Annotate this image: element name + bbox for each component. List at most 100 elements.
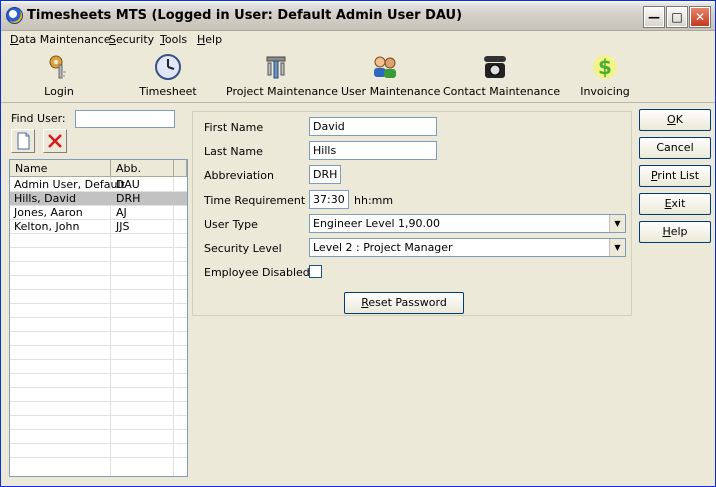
menu-bar: Data Maintenance Security Tools Help (1, 31, 715, 49)
toolbar-timesheet-button[interactable]: Timesheet (137, 53, 199, 101)
row-divider (10, 373, 187, 374)
window-title: Timesheets MTS (Logged in User: Default … (27, 8, 463, 23)
toolbar-user-maintenance-button[interactable]: User Maintenance (341, 53, 440, 101)
toolbar-login-label: Login (44, 85, 74, 98)
row-abbreviation: AJ (116, 206, 127, 219)
row-name: Hills, David (14, 192, 76, 205)
row-divider (10, 261, 187, 262)
row-name: Admin User, Default (14, 178, 125, 191)
security-level-label: Security Level (204, 242, 282, 255)
column-header-abbreviation[interactable]: Abb. (111, 160, 174, 177)
employee-disabled-checkbox[interactable] (309, 265, 322, 278)
row-divider (10, 191, 187, 192)
svg-text:$: $ (598, 55, 612, 79)
menu-security[interactable]: Security (109, 33, 154, 46)
time-unit-label: hh:mm (354, 194, 394, 207)
tools-icon (266, 56, 286, 79)
find-user-label: Find User: (11, 112, 66, 125)
row-divider (10, 247, 187, 248)
toolbar-invoicing-button[interactable]: $ Invoicing (579, 53, 631, 101)
toolbar-contact-maintenance-label: Contact Maintenance (443, 85, 561, 98)
employee-disabled-label: Employee Disabled (204, 266, 310, 279)
print-list-button[interactable]: Print List (639, 165, 711, 187)
abbreviation-label: Abbreviation (204, 169, 274, 182)
user-type-select[interactable]: Engineer Level 1,90.00 ▼ (309, 214, 626, 233)
row-divider (10, 289, 187, 290)
row-divider (10, 359, 187, 360)
help-button[interactable]: Help (639, 221, 711, 243)
delete-user-button[interactable] (43, 129, 67, 153)
row-divider (10, 317, 187, 318)
row-name: Kelton, John (14, 220, 80, 233)
toolbar-contact-maintenance-button[interactable]: Contact Maintenance (443, 53, 560, 101)
chevron-down-icon[interactable]: ▼ (609, 215, 625, 232)
table-row[interactable]: Jones, Aaron AJ (10, 206, 187, 220)
row-divider (10, 401, 187, 402)
user-type-label: User Type (204, 218, 258, 231)
row-divider (10, 303, 187, 304)
toolbar-project-maintenance-button[interactable]: Project Maintenance (226, 53, 338, 101)
row-divider (10, 219, 187, 220)
phone-icon (484, 56, 506, 78)
table-row[interactable]: Kelton, John JJS (10, 220, 187, 234)
time-requirement-field[interactable]: 37:30 (309, 190, 349, 209)
toolbar-invoicing-label: Invoicing (580, 85, 630, 98)
user-type-value: Engineer Level 1,90.00 (313, 217, 441, 230)
toolbar-login-button[interactable]: Login (31, 53, 87, 101)
row-abbreviation: DRH (116, 192, 141, 205)
row-divider (10, 457, 187, 458)
row-divider (10, 387, 187, 388)
toolbar-timesheet-label: Timesheet (139, 85, 197, 98)
row-name: Jones, Aaron (14, 206, 83, 219)
clock-icon (155, 54, 181, 80)
first-name-field[interactable]: David (309, 117, 437, 136)
column-header-spacer (174, 160, 187, 177)
minimize-button[interactable]: — (643, 6, 665, 28)
user-list[interactable]: Name Abb. Admin User, Default DAU Hills,… (9, 159, 188, 477)
row-divider (10, 429, 187, 430)
row-abbreviation: DAU (116, 178, 140, 191)
keys-icon (49, 55, 66, 79)
menu-data-maintenance[interactable]: Data Maintenance (10, 33, 111, 46)
row-divider (10, 205, 187, 206)
delete-x-icon (48, 134, 62, 148)
row-divider (10, 415, 187, 416)
security-level-value: Level 2 : Project Manager (313, 241, 453, 254)
toolbar-user-maintenance-label: User Maintenance (341, 85, 441, 98)
close-button[interactable]: ✕ (689, 6, 711, 28)
dollar-icon: $ (593, 55, 617, 79)
row-divider (10, 275, 187, 276)
reset-password-button[interactable]: Reset Password (344, 292, 464, 314)
new-user-button[interactable] (11, 129, 35, 153)
row-abbreviation: JJS (116, 220, 130, 233)
first-name-label: First Name (204, 121, 264, 134)
exit-button[interactable]: Exit (639, 193, 711, 215)
users-icon (374, 56, 396, 78)
app-window: Timesheets MTS (Logged in User: Default … (0, 0, 716, 487)
status-bar (1, 477, 715, 486)
new-document-icon (17, 132, 30, 150)
toolbar: Login Timesheet Project Maintenance User… (1, 49, 715, 103)
row-divider (10, 443, 187, 444)
table-row-selected[interactable]: Hills, David DRH (10, 192, 187, 206)
title-bar[interactable]: Timesheets MTS (Logged in User: Default … (1, 1, 715, 31)
maximize-button[interactable]: □ (666, 6, 688, 28)
row-divider (10, 345, 187, 346)
find-user-input[interactable] (75, 110, 175, 128)
chevron-down-icon[interactable]: ▼ (609, 239, 625, 256)
last-name-field[interactable]: Hills (309, 141, 437, 160)
menu-tools[interactable]: Tools (160, 33, 187, 46)
toolbar-project-maintenance-label: Project Maintenance (226, 85, 338, 98)
time-requirement-label: Time Requirement (204, 194, 306, 207)
menu-help[interactable]: Help (197, 33, 222, 46)
abbreviation-field[interactable]: DRH (309, 165, 341, 184)
last-name-label: Last Name (204, 145, 263, 158)
ok-button[interactable]: OK (639, 109, 711, 131)
app-logo-icon (6, 7, 23, 24)
security-level-select[interactable]: Level 2 : Project Manager ▼ (309, 238, 626, 257)
row-divider (10, 233, 187, 234)
cancel-button[interactable]: Cancel (639, 137, 711, 159)
row-divider (10, 331, 187, 332)
column-header-name[interactable]: Name (10, 160, 111, 177)
table-row[interactable]: Admin User, Default DAU (10, 178, 187, 192)
